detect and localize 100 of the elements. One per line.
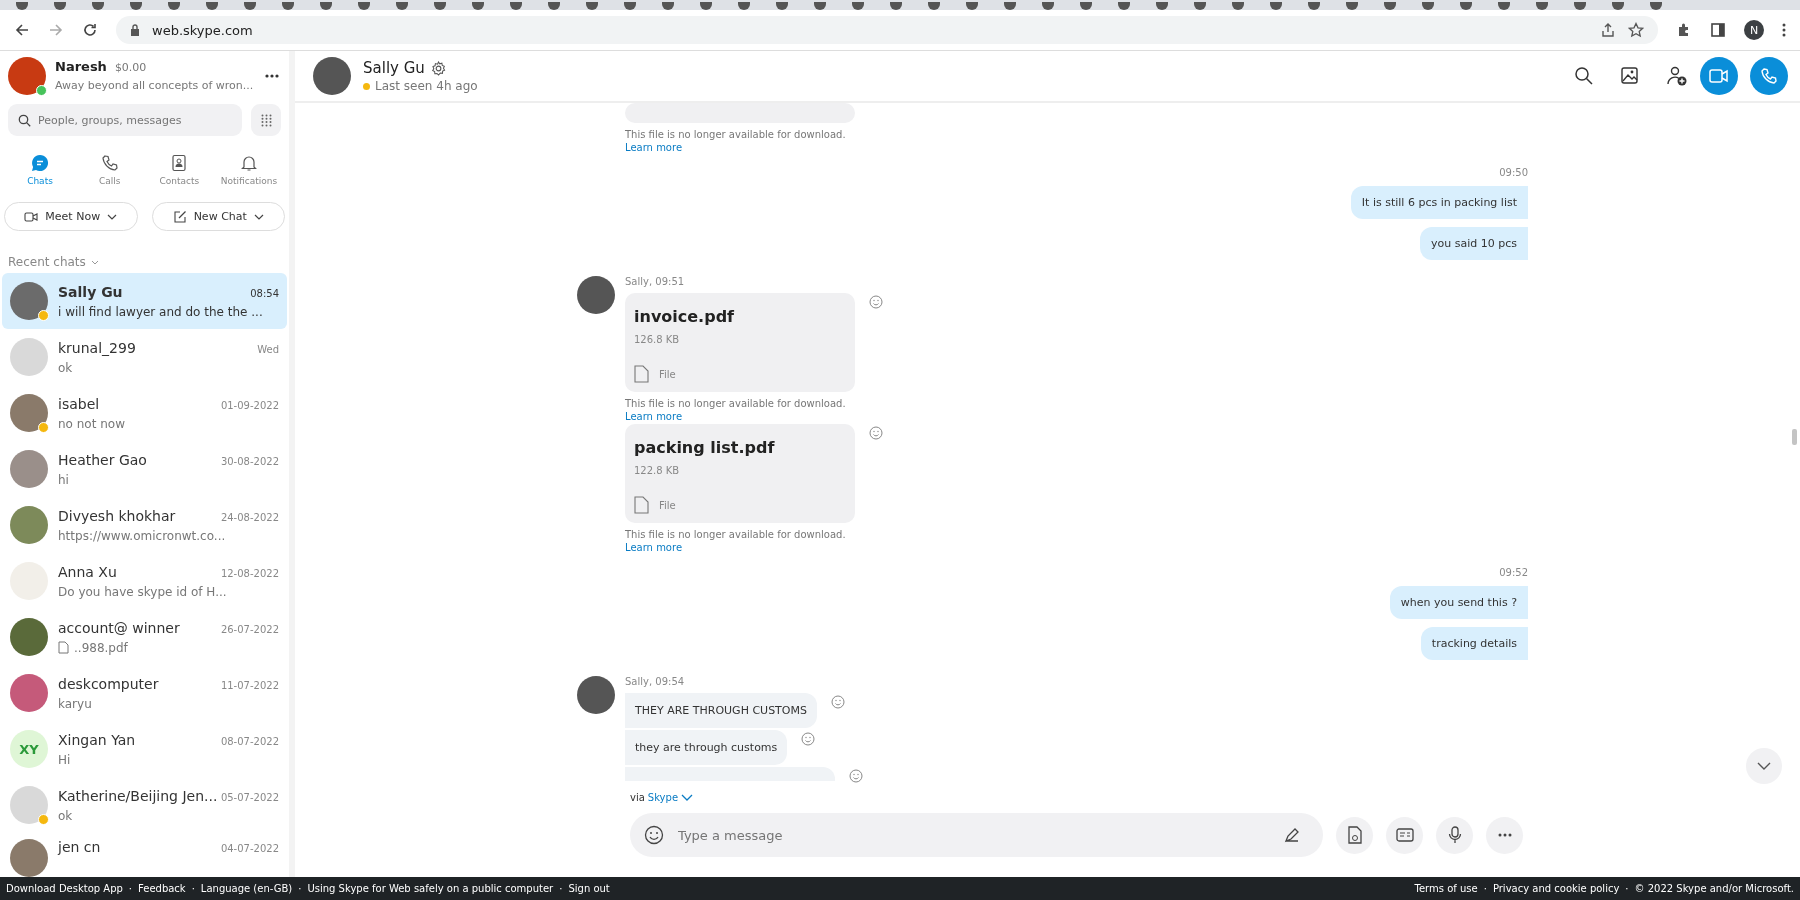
favicon-icon[interactable]: [54, 2, 66, 10]
favicon-icon[interactable]: [1118, 2, 1130, 10]
footer-link[interactable]: Sign out: [568, 883, 610, 894]
profile-avatar[interactable]: N: [1744, 20, 1764, 40]
favicon-icon[interactable]: [1270, 2, 1282, 10]
reload-icon[interactable]: [82, 22, 98, 38]
favicon-icon[interactable]: [890, 2, 902, 10]
star-icon[interactable]: [1628, 22, 1644, 38]
favicon-icon[interactable]: [1042, 2, 1054, 10]
emoji-reaction-icon[interactable]: [801, 732, 816, 746]
chat-list-item[interactable]: deskcomputer 11-07-2022 karyu: [2, 665, 287, 721]
file-card[interactable]: invoice.pdf 126.8 KB File: [625, 293, 855, 392]
favicon-icon[interactable]: [1004, 2, 1016, 10]
menu-icon[interactable]: [1782, 22, 1786, 38]
chat-list-item[interactable]: Sally Gu 08:54 i will find lawyer and do the the ...: [2, 273, 287, 329]
learn-more-link[interactable]: Learn more: [625, 142, 683, 153]
chat-list-item[interactable]: Katherine/Beijing Jen... 05-07-2022 ok: [2, 777, 287, 833]
chat-list-item[interactable]: Divyesh khokhar 24-08-2022 https://www.omicronwt.co...: [2, 497, 287, 553]
contact-card-button[interactable]: [1386, 816, 1423, 854]
favicon-icon[interactable]: [16, 2, 28, 10]
favicon-icon[interactable]: [396, 2, 408, 10]
recent-chats-dropdown[interactable]: Recent chats: [0, 239, 107, 273]
favicon-icon[interactable]: [358, 2, 370, 10]
footer-link[interactable]: Feedback: [138, 883, 186, 894]
favicon-icon[interactable]: [966, 2, 978, 10]
nav-tab[interactable]: Calls: [79, 154, 140, 186]
footer-link[interactable]: Using Skype for Web safely on a public computer: [307, 883, 554, 894]
nav-tab[interactable]: Chats: [10, 154, 70, 186]
emoji-reaction-icon[interactable]: [831, 695, 845, 709]
sidebar-icon[interactable]: [1710, 22, 1726, 38]
chat-list-item[interactable]: Heather Gao 30-08-2022 hi: [2, 441, 287, 497]
favicon-icon[interactable]: [1498, 2, 1510, 10]
favicon-icon[interactable]: [586, 2, 598, 10]
send-file-button[interactable]: [1336, 816, 1373, 854]
share-icon[interactable]: [1600, 22, 1616, 38]
favicon-icon[interactable]: [624, 2, 636, 10]
skype-link[interactable]: Skype: [647, 792, 679, 803]
nav-tab[interactable]: Contacts: [149, 154, 210, 186]
chat-list-item[interactable]: jen cn 04-07-2022: [2, 833, 287, 877]
address-bar[interactable]: web.skype.com: [116, 16, 1658, 44]
more-icon[interactable]: [265, 74, 279, 78]
favicon-icon[interactable]: [1422, 2, 1434, 10]
settings-icon[interactable]: [430, 60, 446, 76]
footer-link[interactable]: © 2022 Skype and/or Microsoft.: [1634, 883, 1794, 894]
favicon-icon[interactable]: [548, 2, 560, 10]
emoji-icon[interactable]: [644, 825, 664, 845]
footer-link[interactable]: Privacy and cookie policy: [1492, 883, 1620, 894]
favicon-icon[interactable]: [1346, 2, 1358, 10]
learn-more-link[interactable]: Learn more: [625, 411, 683, 422]
favicon-icon[interactable]: [1460, 2, 1472, 10]
chat-list-item[interactable]: krunal_299 Wed ok: [2, 329, 287, 385]
chat-list-item[interactable]: isabel 01-09-2022 no not now: [2, 385, 287, 441]
favicon-icon[interactable]: [662, 2, 674, 10]
favicon-icon[interactable]: [434, 2, 446, 10]
favicon-icon[interactable]: [472, 2, 484, 10]
audio-call-button[interactable]: [1750, 57, 1788, 95]
chat-list-item[interactable]: account@ winner 26-07-2022 ..988.pdf: [2, 609, 287, 665]
favicon-icon[interactable]: [776, 2, 788, 10]
emoji-reaction-icon[interactable]: [869, 426, 883, 440]
pen-icon[interactable]: [1283, 826, 1301, 844]
favicon-icon[interactable]: [320, 2, 332, 10]
footer-link[interactable]: Download Desktop App: [6, 883, 123, 894]
favicon-icon[interactable]: [130, 2, 142, 10]
favicon-icon[interactable]: [700, 2, 712, 10]
chevron-down-icon[interactable]: [681, 794, 694, 801]
favicon-icon[interactable]: [1232, 2, 1244, 10]
favicon-icon[interactable]: [1384, 2, 1396, 10]
favicon-icon[interactable]: [1156, 2, 1168, 10]
emoji-reaction-icon[interactable]: [869, 295, 883, 309]
favicon-icon[interactable]: [814, 2, 826, 10]
favicon-icon[interactable]: [738, 2, 750, 10]
favicon-icon[interactable]: [510, 2, 522, 10]
favicon-icon[interactable]: [1194, 2, 1206, 10]
profile-photo[interactable]: [8, 57, 46, 95]
favicon-icon[interactable]: [244, 2, 256, 10]
favicon-icon[interactable]: [1574, 2, 1586, 10]
favicon-icon[interactable]: [1650, 2, 1662, 10]
add-person-icon[interactable]: [1666, 65, 1688, 87]
file-card[interactable]: packing list.pdf 122.8 KB File: [625, 424, 855, 523]
favicon-icon[interactable]: [1536, 2, 1548, 10]
favicon-icon[interactable]: [1080, 2, 1092, 10]
footer-link[interactable]: Language (en-GB): [200, 883, 293, 894]
video-call-button[interactable]: [1700, 57, 1738, 95]
new-chat-button[interactable]: New Chat: [151, 202, 285, 231]
favicon-icon[interactable]: [168, 2, 180, 10]
favicon-icon[interactable]: [92, 2, 104, 10]
microphone-button[interactable]: [1436, 816, 1473, 854]
search-field[interactable]: People, groups, messages: [8, 104, 242, 136]
footer-link[interactable]: Terms of use: [1414, 883, 1478, 894]
emoji-reaction-icon[interactable]: [849, 769, 863, 783]
favicon-icon[interactable]: [928, 2, 940, 10]
favicon-icon[interactable]: [206, 2, 218, 10]
meet-now-button[interactable]: Meet Now: [4, 202, 138, 231]
search-icon[interactable]: [1574, 66, 1594, 86]
message-input[interactable]: Type a message: [630, 813, 1323, 857]
favicon-icon[interactable]: [282, 2, 294, 10]
scrollbar-thumb[interactable]: [1792, 429, 1797, 445]
chat-list-item[interactable]: Anna Xu 12-08-2022 Do you have skype id of H...: [2, 553, 287, 609]
favicon-icon[interactable]: [852, 2, 864, 10]
nav-tab[interactable]: Notifications: [218, 154, 279, 186]
